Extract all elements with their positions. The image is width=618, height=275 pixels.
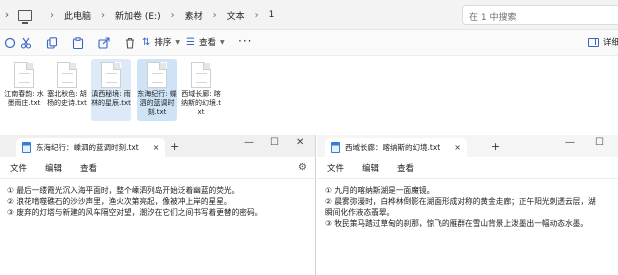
more-options-button[interactable]: ···	[238, 34, 252, 48]
sort-button[interactable]: ⇅ 排序 ▼	[142, 36, 181, 49]
menu-view[interactable]: 查看	[397, 162, 414, 174]
chevron-down-icon: ▼	[219, 38, 225, 46]
file-name: 滇西秘境: 雨林的星辰.txt	[91, 90, 131, 107]
file-name: 东海纪行: 蝶泗的蓝调时刻.txt	[137, 90, 177, 116]
file-name: 江南春韵: 水墨雨庄.txt	[4, 90, 44, 107]
text-file-icon	[57, 62, 77, 88]
details-label: 详细信息	[603, 38, 618, 48]
text-editor[interactable]: ① 最后一缕霞光沉入海平面时，整个嵊泗列岛开始泛着幽蓝的荧光。 ② 浪花啃噬礁石…	[7, 185, 262, 218]
maximize-icon[interactable]: ☐	[595, 137, 604, 148]
text-line: ② 浪花啃噬礁石的沙沙声里，渔火次第亮起，像被冲上岸的星星。	[7, 197, 232, 206]
breadcrumb-current[interactable]: 1	[269, 10, 275, 20]
breadcrumb-text[interactable]: 文本	[227, 9, 245, 22]
maximize-icon[interactable]: ☐	[270, 137, 279, 148]
computer-icon	[18, 9, 32, 24]
minimize-icon[interactable]: —	[565, 137, 575, 148]
menu-file[interactable]: 文件	[327, 162, 344, 174]
share-icon[interactable]	[98, 37, 110, 49]
breadcrumb-material[interactable]: 素材	[185, 9, 203, 22]
menu-file[interactable]: 文件	[10, 162, 27, 174]
file-name: 西域长廊: 喀纳斯的幻境.txt	[181, 90, 221, 116]
text-line: ① 最后一缕霞光沉入海平面时，整个嵊泗列岛开始泛着幽蓝的荧光。	[7, 186, 240, 195]
file-name: 塞北秋色: 胡杨的史诗.txt	[47, 90, 87, 107]
new-tab-icon[interactable]: +	[491, 140, 500, 153]
view-button[interactable]: ☰ 查看 ▼	[186, 36, 225, 49]
close-tab-icon[interactable]: ×	[153, 143, 160, 152]
delete-icon[interactable]	[124, 37, 136, 49]
title-bar: 西域长廊：喀纳斯的幻境.txt × + — ☐	[317, 135, 618, 157]
new-item-icon[interactable]	[4, 37, 16, 49]
chevron-right-icon: ›	[170, 9, 175, 21]
details-pane-button[interactable]: 详细信息	[588, 36, 618, 48]
chevron-right-icon: ›	[101, 9, 106, 21]
back-arrow-icon[interactable]: ›	[0, 7, 14, 23]
file-item[interactable]: 江南春韵: 水墨雨庄.txt	[4, 59, 44, 121]
tab-title: 西域长廊：喀纳斯的幻境.txt	[345, 143, 441, 152]
sort-icon: ⇅	[142, 36, 151, 48]
address-bar-row: › › 此电脑 › 新加卷 (E:) › 素材 › 文本 › 1 在 1 中搜索	[0, 0, 618, 30]
text-line: ② 晨雾弥漫时，白桦林倒影在湖面形成对称的黄金走廊；正午阳光刺透云层，湖	[325, 197, 596, 206]
breadcrumb-drive[interactable]: 新加卷 (E:)	[115, 9, 161, 22]
breadcrumb-this-pc[interactable]: 此电脑	[64, 9, 91, 22]
file-item[interactable]: 西域长廊: 喀纳斯的幻境.txt	[181, 59, 221, 121]
paste-icon[interactable]	[72, 37, 84, 49]
gear-icon[interactable]: ⚙	[298, 162, 307, 173]
file-item[interactable]: 塞北秋色: 胡杨的史诗.txt	[47, 59, 87, 121]
search-input[interactable]: 在 1 中搜索	[462, 5, 618, 25]
notepad-window-left: 东海纪行：嵊泗的蓝调时刻.txt × + — ☐ ✕ 文件 编辑 查看 ⚙ ① …	[0, 135, 316, 275]
notepad-icon	[22, 142, 31, 153]
text-editor[interactable]: ① 九月的喀纳斯湖是一面魔镜。 ② 晨雾弥漫时，白桦林倒影在湖面形成对称的黄金走…	[325, 185, 596, 229]
text-file-icon	[191, 62, 211, 88]
menu-bar: 文件 编辑 查看	[317, 157, 618, 179]
menu-bar: 文件 编辑 查看	[0, 157, 315, 179]
chevron-down-icon: ▼	[175, 38, 181, 46]
file-item-selected[interactable]: 东海纪行: 蝶泗的蓝调时刻.txt	[137, 59, 177, 121]
view-label: 查看	[198, 38, 216, 48]
text-file-icon	[147, 62, 167, 88]
minimize-icon[interactable]: —	[244, 137, 254, 148]
notepad-icon	[331, 142, 340, 153]
sort-label: 排序	[154, 38, 172, 48]
text-line: ③ 废弃的灯塔与新建的风车隔空对望，潮汐在它们之间书写着更替的密码。	[7, 208, 263, 217]
text-line: ① 九月的喀纳斯湖是一面魔镜。	[325, 186, 435, 195]
text-file-icon	[14, 62, 34, 88]
chevron-right-icon: ›	[212, 9, 217, 21]
menu-view[interactable]: 查看	[80, 162, 97, 174]
cut-icon[interactable]	[20, 37, 32, 49]
close-window-icon[interactable]: ✕	[296, 137, 304, 148]
copy-icon[interactable]	[46, 37, 58, 49]
new-tab-icon[interactable]: +	[170, 140, 179, 153]
view-icon: ☰	[186, 36, 195, 48]
close-tab-icon[interactable]: ×	[454, 143, 461, 152]
file-explorer: › › 此电脑 › 新加卷 (E:) › 素材 › 文本 › 1 在 1 中搜索	[0, 0, 618, 136]
text-file-icon	[101, 62, 121, 88]
tab-title: 东海纪行：嵊泗的蓝调时刻.txt	[36, 143, 139, 152]
address-bar[interactable]: › 此电脑 › 新加卷 (E:) › 素材 › 文本 › 1	[14, 4, 454, 26]
menu-edit[interactable]: 编辑	[45, 162, 62, 174]
notepad-window-right: 西域长廊：喀纳斯的幻境.txt × + — ☐ 文件 编辑 查看 ① 九月的喀纳…	[317, 135, 618, 275]
details-pane-icon	[588, 37, 599, 47]
tab-document[interactable]: 东海纪行：嵊泗的蓝调时刻.txt ×	[16, 138, 166, 157]
chevron-right-icon: ›	[50, 9, 54, 21]
chevron-right-icon: ›	[254, 9, 259, 21]
file-item[interactable]: 滇西秘境: 雨林的星辰.txt	[91, 59, 131, 121]
text-line: 瞬间化作液态翡翠。	[325, 208, 395, 217]
menu-edit[interactable]: 编辑	[362, 162, 379, 174]
tab-document[interactable]: 西域长廊：喀纳斯的幻境.txt ×	[325, 138, 467, 157]
title-bar: 东海纪行：嵊泗的蓝调时刻.txt × + — ☐ ✕	[0, 135, 315, 157]
text-line: ③ 牧民策马踏过草甸的刹那，惊飞的雁群在雪山背景上泼墨出一幅动态水墨。	[325, 219, 589, 228]
command-bar: ⇅ 排序 ▼ ☰ 查看 ▼ ··· 详细信息	[0, 30, 618, 56]
file-list: 江南春韵: 水墨雨庄.txt 塞北秋色: 胡杨的史诗.txt 滇西秘境: 雨林的…	[0, 58, 618, 136]
